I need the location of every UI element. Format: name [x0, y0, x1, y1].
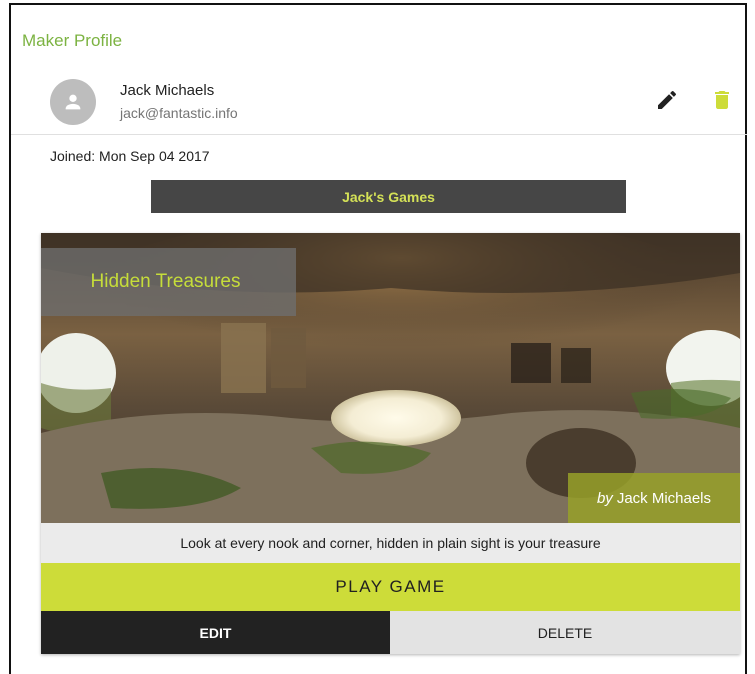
games-section-header: Jack's Games	[151, 180, 626, 213]
author-name: Jack Michaels	[616, 490, 712, 507]
game-card: Hidden Treasures by Jack Michaels Look a…	[41, 233, 740, 654]
page-title: Maker Profile	[22, 31, 123, 50]
user-email: jack@fantastic.info	[120, 105, 238, 121]
game-author-badge: by Jack Michaels	[568, 473, 740, 523]
edit-game-button[interactable]: EDIT	[41, 611, 390, 654]
avatar	[50, 79, 96, 125]
delete-game-button[interactable]: DELETE	[390, 611, 740, 654]
trash-icon[interactable]	[710, 88, 734, 112]
pencil-icon[interactable]	[655, 88, 679, 112]
user-name: Jack Michaels	[120, 82, 215, 99]
play-game-button[interactable]: PLAY GAME	[41, 563, 740, 611]
person-icon	[65, 94, 81, 110]
joined-date: Joined: Mon Sep 04 2017	[50, 148, 210, 164]
game-title: Hidden Treasures	[41, 248, 296, 316]
author-prefix: by	[596, 490, 613, 507]
game-cover-image[interactable]: Hidden Treasures by Jack Michaels	[41, 233, 740, 523]
user-row: Jack Michaels jack@fantastic.info	[11, 66, 747, 135]
game-description: Look at every nook and corner, hidden in…	[41, 523, 740, 563]
